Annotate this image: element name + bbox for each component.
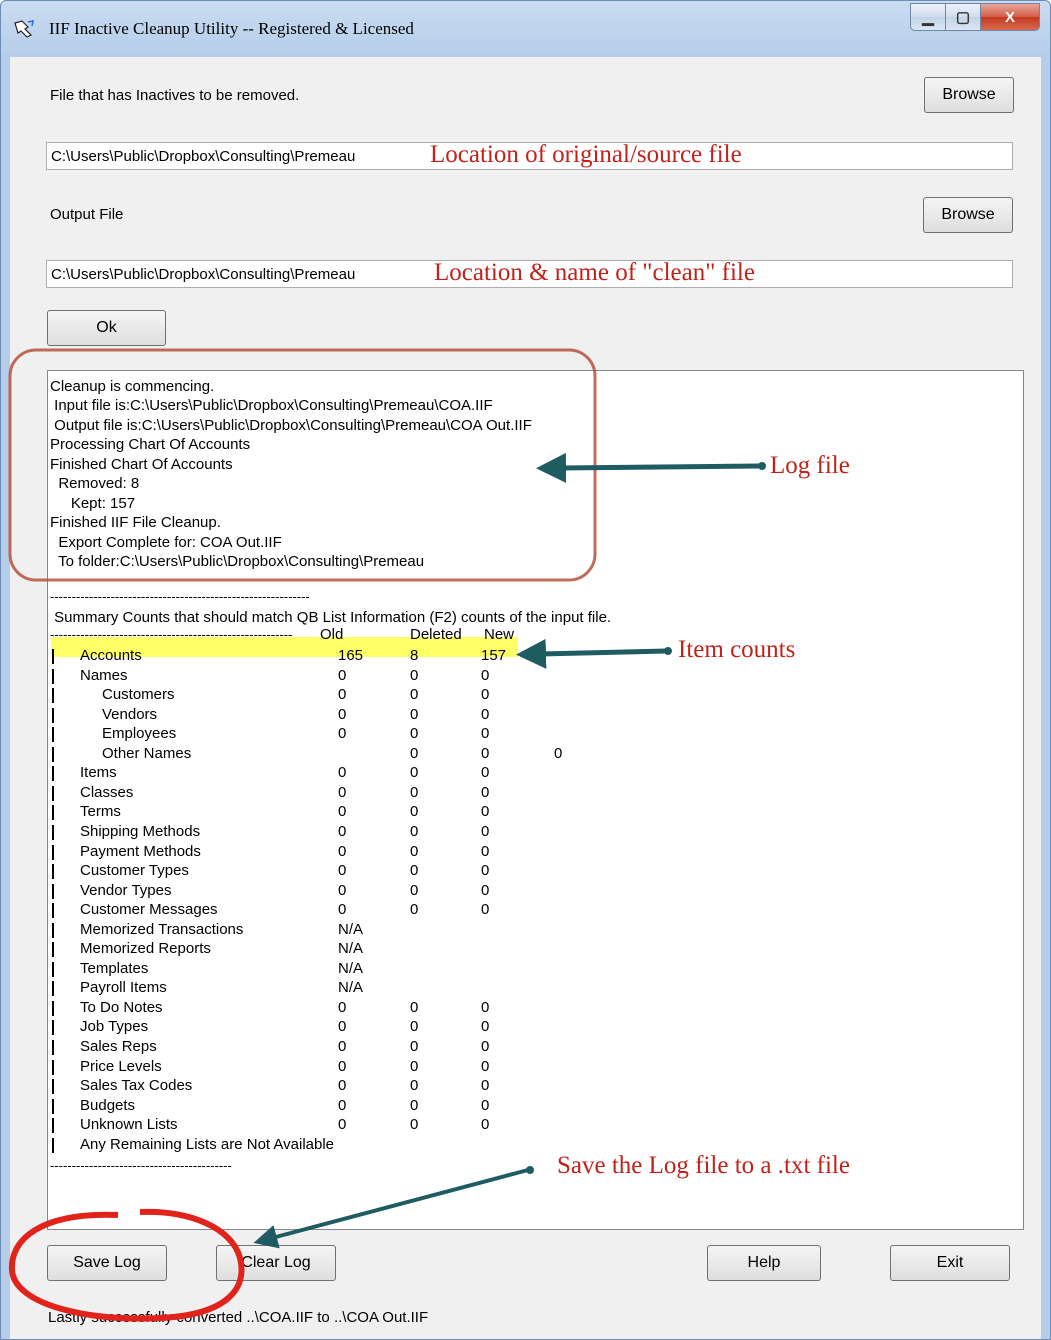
log-file-arrow bbox=[536, 452, 761, 483]
log-file-callout-frame bbox=[8, 348, 597, 582]
annotation-overlay bbox=[8, 348, 766, 1322]
log-file-arrow-dot bbox=[758, 462, 766, 470]
item-counts-arrow-dot bbox=[664, 647, 672, 655]
save-log-arrow-dot bbox=[526, 1166, 534, 1174]
save-log-red-circle bbox=[8, 1208, 245, 1322]
item-counts-arrow bbox=[516, 638, 667, 669]
save-log-arrow bbox=[253, 1168, 529, 1249]
